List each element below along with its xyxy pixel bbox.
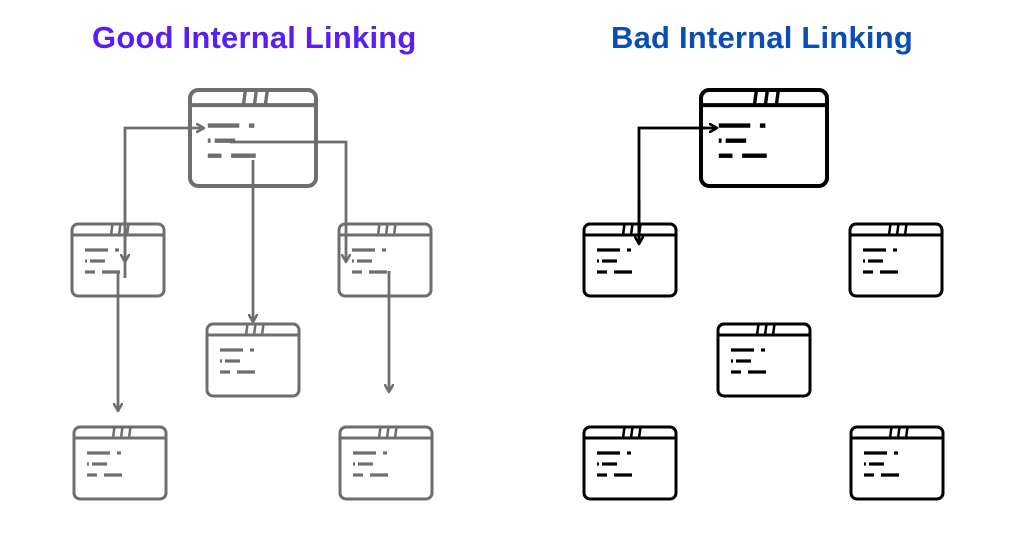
page-icon-right-child <box>337 222 433 298</box>
browser-tab-divider <box>125 223 130 236</box>
page-icon-right-child <box>848 222 944 298</box>
page-icon-bottom-right <box>849 425 945 501</box>
browser-tab-divider <box>896 426 901 439</box>
browser-tab-divider <box>244 323 249 336</box>
browser-tab-divider <box>888 426 893 439</box>
browser-tab-divider <box>621 426 626 439</box>
browser-tab-divider <box>752 89 759 106</box>
browser-tab-divider <box>377 426 382 439</box>
browser-tab-divider <box>621 223 626 236</box>
browser-tab-divider <box>629 426 634 439</box>
browser-tab-divider <box>252 89 259 106</box>
browser-tab-divider <box>263 89 270 106</box>
page-icon-left-child <box>582 222 678 298</box>
page-icon-bottom-left <box>582 425 678 501</box>
browser-tab-divider <box>241 89 248 106</box>
good-linking-diagram <box>70 88 434 501</box>
browser-tab-divider <box>903 223 908 236</box>
linking-diagram <box>70 88 945 501</box>
browser-tab-divider <box>376 223 381 236</box>
browser-tab-divider <box>384 223 389 236</box>
browser-tab-divider <box>763 323 768 336</box>
browser-tab-divider <box>904 426 909 439</box>
page-icon-center-child <box>205 322 301 398</box>
page-icon-home <box>699 88 829 188</box>
browser-tab-divider <box>111 426 116 439</box>
browser-tab-divider <box>252 323 257 336</box>
browser-tab-divider <box>117 223 122 236</box>
browser-tab-divider <box>109 223 114 236</box>
browser-tab-divider <box>393 426 398 439</box>
browser-tab-divider <box>637 426 642 439</box>
browser-tab-divider <box>895 223 900 236</box>
browser-tab-divider <box>260 323 265 336</box>
bad-linking-diagram <box>582 88 945 501</box>
browser-tab-divider <box>771 323 776 336</box>
page-icon-bottom-right <box>338 425 434 501</box>
browser-tab-divider <box>385 426 390 439</box>
browser-tab-divider <box>119 426 124 439</box>
browser-tab-divider <box>392 223 397 236</box>
browser-tab-divider <box>774 89 781 106</box>
browser-tab-divider <box>755 323 760 336</box>
page-icon-bottom-left <box>72 425 168 501</box>
browser-tab-divider <box>887 223 892 236</box>
browser-tab-divider <box>763 89 770 106</box>
page-icon-center-child <box>716 322 812 398</box>
browser-tab-divider <box>629 223 634 236</box>
browser-tab-divider <box>127 426 132 439</box>
